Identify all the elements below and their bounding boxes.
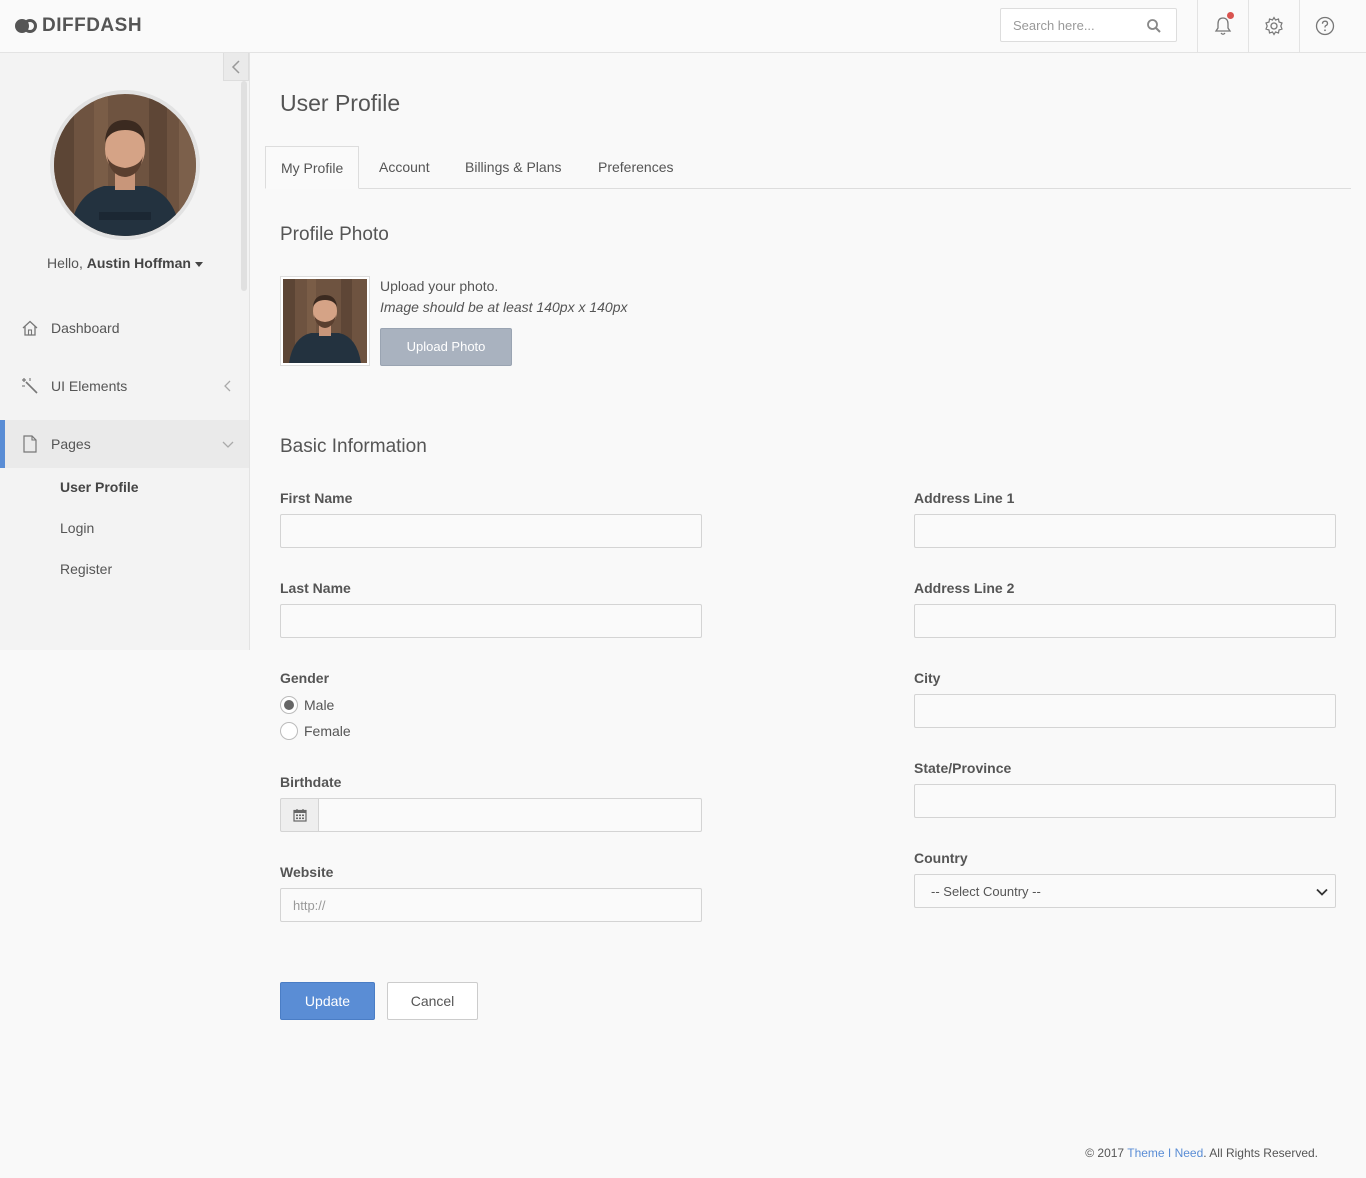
notifications-button[interactable] — [1197, 0, 1248, 52]
radio-label: Female — [304, 723, 351, 739]
gear-icon — [1265, 16, 1283, 36]
sidebar-subitem-register[interactable]: Register — [60, 561, 112, 577]
user-portrait-image — [283, 279, 367, 363]
sidebar-subitem-login[interactable]: Login — [60, 520, 94, 536]
last-name-field[interactable] — [280, 604, 702, 638]
search-icon[interactable] — [1146, 18, 1162, 34]
profile-photo-thumbnail — [280, 276, 370, 366]
sidebar-item-label: Pages — [51, 436, 91, 452]
upload-instruction: Upload your photo. — [380, 278, 499, 294]
tab-account[interactable]: Account — [364, 146, 445, 189]
address-line-2-field[interactable] — [914, 604, 1336, 638]
first-name-field[interactable] — [280, 514, 702, 548]
caret-down-icon — [194, 261, 203, 267]
city-label: City — [914, 670, 941, 686]
birthdate-field[interactable] — [318, 798, 702, 832]
logo-mark-icon — [15, 17, 39, 35]
radio-button-checked[interactable] — [280, 696, 298, 714]
notification-badge — [1227, 12, 1234, 19]
copyright-text: © 2017 — [1085, 1146, 1128, 1160]
calendar-button[interactable] — [280, 798, 319, 832]
first-name-label: First Name — [280, 490, 353, 506]
chevron-left-icon — [224, 380, 231, 392]
user-greeting[interactable]: Hello, Austin Hoffman — [0, 255, 250, 271]
chevron-left-icon — [231, 59, 240, 74]
radio-button[interactable] — [280, 722, 298, 740]
sidebar-subitem-user-profile[interactable]: User Profile — [60, 479, 139, 495]
chevron-down-icon — [1316, 888, 1328, 896]
chevron-down-icon — [222, 441, 234, 448]
website-field[interactable] — [280, 888, 702, 922]
sidebar-item-label: Dashboard — [51, 320, 120, 336]
sidebar-collapse-button[interactable] — [223, 53, 249, 81]
theme-link[interactable]: Theme I Need — [1127, 1146, 1203, 1160]
gender-option-male[interactable]: Male — [280, 696, 334, 714]
state-province-label: State/Province — [914, 760, 1012, 776]
bell-icon — [1214, 17, 1232, 35]
page-title: User Profile — [280, 90, 401, 116]
help-button[interactable] — [1299, 0, 1350, 52]
footer-copyright: © 2017 Theme I Need. All Rights Reserved… — [1085, 1146, 1318, 1160]
tab-my-profile[interactable]: My Profile — [265, 146, 360, 189]
settings-button[interactable] — [1248, 0, 1299, 52]
search-box — [1000, 8, 1177, 42]
top-navbar: DIFFDASH — [0, 0, 1366, 53]
help-icon — [1315, 16, 1335, 36]
rights-text: . All Rights Reserved. — [1203, 1146, 1318, 1160]
radio-label: Male — [304, 697, 335, 713]
greeting-text: Hello, — [47, 255, 83, 271]
page-icon — [20, 434, 40, 454]
sidebar-item-pages[interactable]: Pages — [0, 420, 249, 468]
magic-wand-icon — [20, 376, 40, 396]
search-input[interactable] — [1001, 9, 1141, 41]
address-line-2-label: Address Line 2 — [914, 580, 1015, 596]
birthdate-label: Birthdate — [280, 774, 342, 790]
upload-photo-button[interactable]: Upload Photo — [380, 328, 512, 366]
brand-logo[interactable]: DIFFDASH — [15, 14, 142, 38]
sidebar-item-dashboard[interactable]: Dashboard — [0, 304, 249, 352]
country-select[interactable]: -- Select Country -- — [914, 874, 1336, 908]
address-line-1-field[interactable] — [914, 514, 1336, 548]
sidebar-item-ui-elements[interactable]: UI Elements — [0, 362, 249, 410]
calendar-icon — [292, 809, 307, 822]
brand-name: DIFFDASH — [42, 15, 143, 36]
tab-billings-plans[interactable]: Billings & Plans — [450, 146, 577, 189]
state-province-field[interactable] — [914, 784, 1336, 818]
upload-size-hint: Image should be at least 140px x 140px — [380, 299, 628, 315]
tab-preferences[interactable]: Preferences — [583, 146, 688, 189]
website-label: Website — [280, 864, 334, 880]
sidebar: Hello, Austin Hoffman Dashboard UI Eleme… — [0, 53, 250, 650]
user-portrait-image — [54, 94, 196, 236]
address-line-1-label: Address Line 1 — [914, 490, 1015, 506]
country-selected-value: -- Select Country -- — [931, 884, 1041, 899]
sidebar-item-label: UI Elements — [51, 378, 128, 394]
last-name-label: Last Name — [280, 580, 351, 596]
city-field[interactable] — [914, 694, 1336, 728]
profile-tabs: My Profile Account Billings & Plans Pref… — [265, 146, 1351, 189]
cancel-button[interactable]: Cancel — [387, 982, 478, 1020]
update-button[interactable]: Update — [280, 982, 375, 1020]
gender-label: Gender — [280, 670, 330, 686]
home-icon — [20, 318, 40, 338]
profile-photo-heading: Profile Photo — [280, 224, 389, 245]
user-name: Austin Hoffman — [86, 255, 191, 271]
country-label: Country — [914, 850, 968, 866]
gender-option-female[interactable]: Female — [280, 722, 351, 740]
basic-information-heading: Basic Information — [280, 436, 427, 457]
avatar[interactable] — [50, 90, 200, 240]
